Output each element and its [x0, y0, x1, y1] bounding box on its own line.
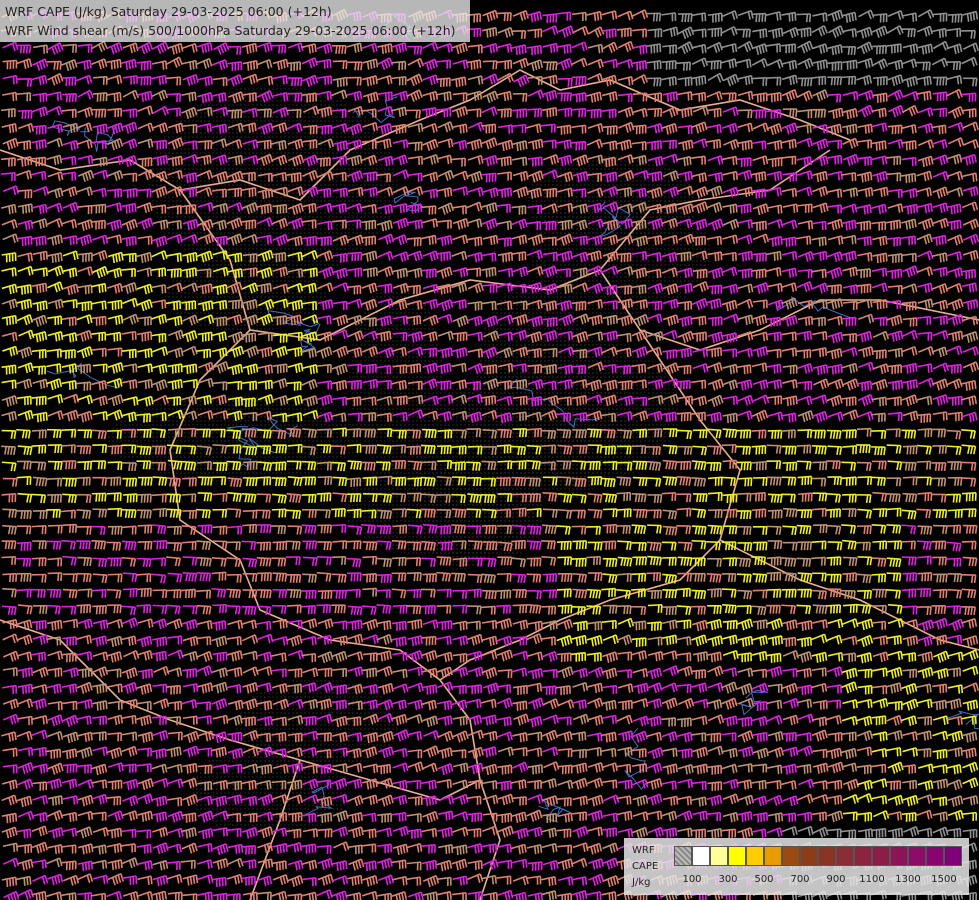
- legend-tick-label: 100: [682, 874, 702, 885]
- legend-swatch: [854, 846, 872, 866]
- legend-swatch: [728, 846, 746, 866]
- legend-swatch: [800, 846, 818, 866]
- legend-swatch: [746, 846, 764, 866]
- legend-swatch: [764, 846, 782, 866]
- legend-label-field: CAPE: [632, 861, 659, 872]
- shear-title: WRF Wind shear (m/s) 500/1000hPa Saturda…: [5, 23, 456, 38]
- legend-tick-label: 1100: [859, 874, 885, 885]
- legend-tick-label: 900: [826, 874, 846, 885]
- legend-color-scale: [674, 846, 962, 866]
- map-canvas: [0, 0, 979, 900]
- legend-label-model: WRF: [632, 845, 655, 856]
- legend-swatch: [836, 846, 854, 866]
- legend-swatch: [908, 846, 926, 866]
- legend-tick-label: 500: [754, 874, 774, 885]
- legend-swatch: [674, 846, 692, 866]
- cape-title: WRF CAPE (J/kg) Saturday 29-03-2025 06:0…: [5, 4, 332, 19]
- legend-swatch: [710, 846, 728, 866]
- legend-swatch: [692, 846, 710, 866]
- legend-swatch: [782, 846, 800, 866]
- map-title-box: WRF CAPE (J/kg) Saturday 29-03-2025 06:0…: [0, 0, 470, 42]
- legend-swatch: [890, 846, 908, 866]
- legend-swatch: [926, 846, 944, 866]
- legend-swatch: [872, 846, 890, 866]
- legend-tick-label: 1300: [895, 874, 921, 885]
- legend-label-unit: J/kg: [632, 877, 651, 888]
- legend-tick-label: 1500: [931, 874, 957, 885]
- legend-tick-label: 300: [718, 874, 738, 885]
- cape-legend: WRF CAPE J/kg 100 300 500 700 900 1100 1300 150…: [624, 838, 969, 895]
- terrain-patch: [463, 335, 681, 487]
- legend-tick-label: 700: [790, 874, 810, 885]
- legend-swatch: [944, 846, 962, 866]
- legend-swatch: [818, 846, 836, 866]
- terrain-patch: [349, 282, 444, 473]
